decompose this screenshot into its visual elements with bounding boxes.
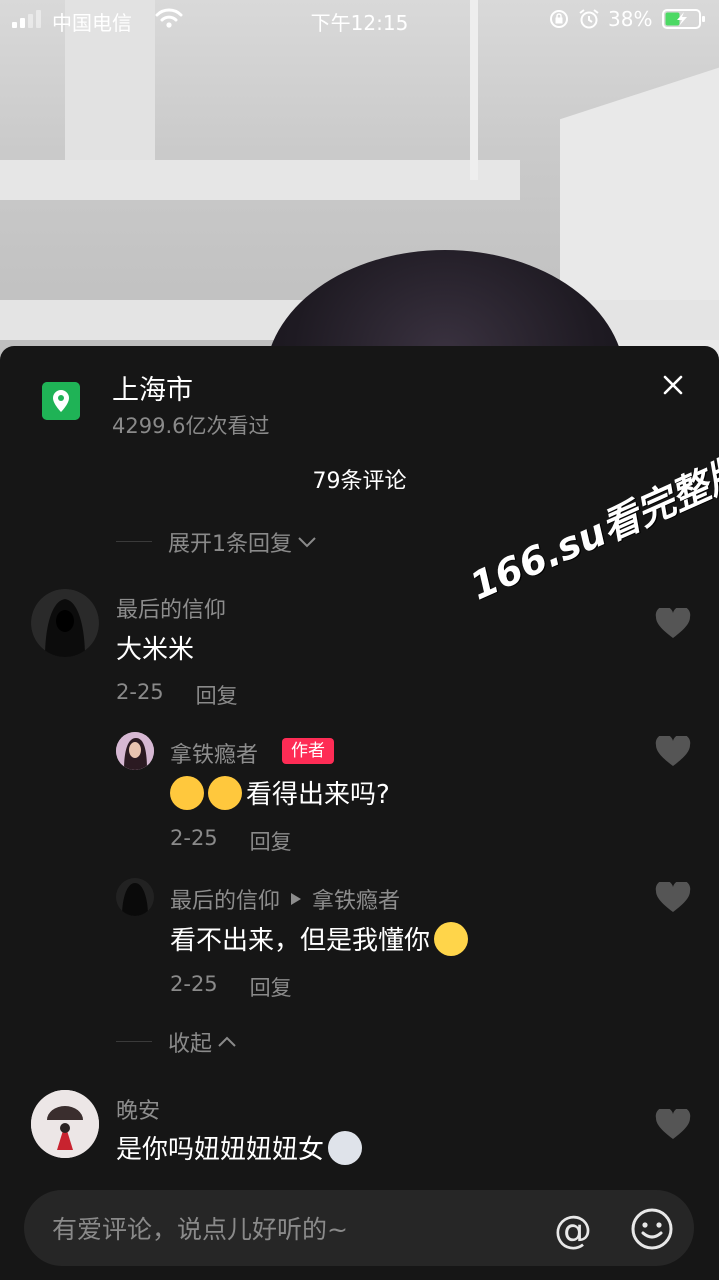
avatar[interactable] — [116, 878, 154, 916]
battery-percent: 38% — [608, 7, 653, 31]
reply-button[interactable]: 回复 — [250, 972, 292, 1002]
comment-meta: 2-25 回复 — [170, 826, 292, 856]
smirk-emoji — [434, 921, 469, 956]
comment-text: 是你吗妞妞妞妞女 — [116, 1135, 325, 1165]
comment-meta: 2-25 回复 — [170, 972, 292, 1002]
chevron-down-icon — [298, 537, 316, 548]
location-name[interactable]: 上海市 — [112, 368, 193, 407]
smile-icon[interactable] — [630, 1207, 674, 1251]
comment-text: 看不出来，但是我懂你 — [170, 926, 431, 956]
chevron-up-icon — [218, 1036, 236, 1047]
avatar[interactable] — [116, 732, 154, 770]
ceiling-beam — [0, 160, 520, 200]
comment-text-row: 看不出来，但是我懂你 — [170, 920, 472, 957]
comment-username[interactable]: 晚安 — [116, 1093, 160, 1125]
comment-text: 大米米 — [116, 635, 195, 665]
close-icon[interactable] — [650, 362, 696, 408]
heart-icon[interactable] — [655, 1109, 691, 1141]
comment-username[interactable]: 拿铁瘾者 — [170, 737, 258, 769]
battery-charging-icon — [662, 9, 705, 29]
heart-icon[interactable] — [655, 736, 691, 768]
heart-icon[interactable] — [655, 882, 691, 914]
reply-button[interactable]: 回复 — [250, 826, 292, 856]
alarm-icon — [579, 9, 599, 29]
crying-laughing-emoji — [170, 775, 204, 810]
reply-author[interactable]: 最后的信仰 — [170, 883, 280, 915]
comment-text: 看得出来吗? — [246, 780, 390, 810]
divider — [116, 1041, 152, 1042]
location-pin-icon[interactable] — [42, 382, 80, 420]
comment-meta: 2-25 回复 — [116, 680, 238, 710]
comment-date: 2-25 — [170, 972, 218, 996]
location-views: 4299.6亿次看过 — [112, 414, 270, 438]
video-background[interactable] — [0, 0, 719, 380]
divider — [116, 541, 152, 542]
mention-icon[interactable]: @ — [554, 1208, 592, 1252]
comment-input-placeholder[interactable]: 有爱评论，说点儿好听的~ — [52, 1210, 348, 1246]
comment-username[interactable]: 最后的信仰 拿铁瘾者 — [170, 883, 400, 915]
comment-text-row: 是你吗妞妞妞妞女 — [116, 1129, 366, 1166]
author-badge: 作者 — [282, 738, 334, 764]
expand-replies-button[interactable]: 展开1条回复 — [168, 526, 318, 558]
comment-date: 2-25 — [170, 826, 218, 850]
comment-date: 2-25 — [116, 680, 164, 704]
status-bar: 中国电信 下午12:15 38% — [0, 0, 719, 40]
reply-button[interactable]: 回复 — [196, 680, 238, 710]
play-arrow-icon — [291, 893, 302, 905]
comment-count: 79条评论 — [312, 469, 407, 494]
comment-text-row: 看得出来吗? — [170, 774, 390, 811]
reply-target[interactable]: 拿铁瘾者 — [312, 883, 400, 915]
avatar[interactable] — [31, 1090, 99, 1158]
expand-replies-label: 展开1条回复 — [168, 532, 292, 557]
avatar[interactable] — [31, 589, 99, 657]
crying-laughing-emoji — [208, 775, 242, 810]
collapse-replies-label: 收起 — [168, 1032, 213, 1057]
comment-username[interactable]: 最后的信仰 — [116, 592, 226, 624]
husky-emoji — [328, 1130, 363, 1165]
collapse-replies-button[interactable]: 收起 — [168, 1026, 238, 1058]
orientation-lock-icon — [550, 10, 568, 28]
heart-icon[interactable] — [655, 608, 691, 640]
